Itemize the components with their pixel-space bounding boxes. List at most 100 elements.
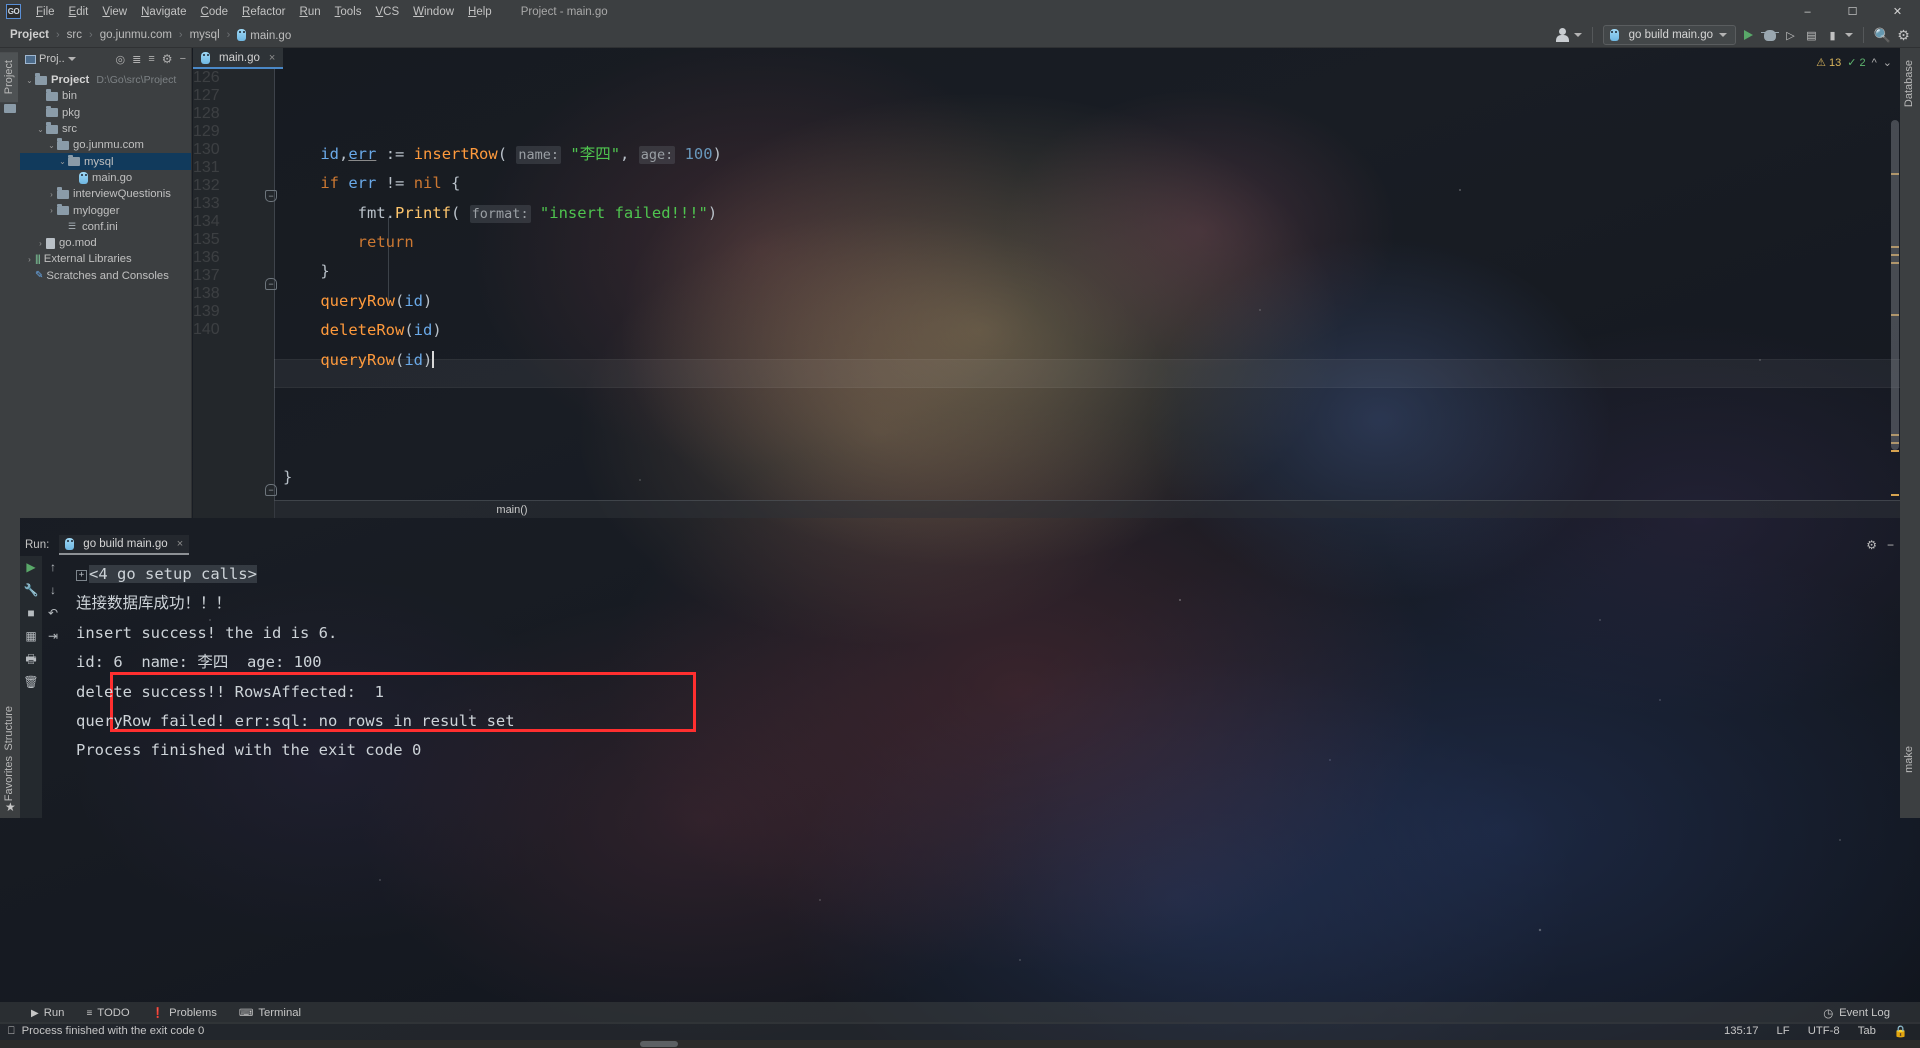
ok-count[interactable]: ✓ 2 [1847,56,1865,70]
gear-icon[interactable]: ⚙ [1895,27,1912,44]
menu-item-refactor[interactable]: Refactor [235,4,292,20]
close-icon[interactable]: × [177,538,183,550]
breadcrumb-item-go-junmu-com[interactable]: go.junmu.com [98,29,174,41]
chevron-down-icon[interactable] [1845,33,1853,37]
chevron-down-icon[interactable]: ⌄ [46,141,57,150]
bottom-tab-problems[interactable]: ❗ Problems [141,1007,228,1019]
scrollbar-thumb[interactable] [640,1041,678,1047]
previous-problem-icon[interactable]: ^ [1872,57,1877,69]
menu-item-navigate[interactable]: Navigate [134,4,193,20]
menu-item-help[interactable]: Help [461,4,499,20]
layout-icon[interactable]: ▦ [25,630,36,642]
breadcrumb-item-main-go[interactable]: main.go [235,28,293,42]
wrench-icon[interactable]: 🔧 [24,584,39,596]
chevron-right-icon[interactable]: › [35,239,46,248]
stop-icon[interactable]: ■ [27,607,34,619]
caret-position[interactable]: 135:17 [1724,1025,1759,1037]
menu-item-edit[interactable]: Edit [62,4,96,20]
code-line[interactable]: if err != nil { [283,169,460,198]
sidebar-item-project[interactable]: Project [0,52,18,103]
breadcrumb-function[interactable]: main() [496,504,527,516]
next-problem-icon[interactable]: ⌄ [1883,56,1892,69]
breadcrumb-item-mysql[interactable]: mysql [188,29,222,41]
bottom-tab-todo[interactable]: ≡ TODO [75,1007,140,1019]
search-icon[interactable]: 🔍 [1874,27,1891,44]
event-log-tab[interactable]: Event Log [1839,1007,1890,1019]
fold-marker-collapse[interactable]: − [265,278,277,290]
fold-marker-collapse[interactable]: − [265,190,277,202]
tree-node-project[interactable]: ⌄ Project D:\Go\src\Project [20,72,191,88]
scrollbar-thumb[interactable] [1891,120,1899,450]
chevron-down-icon[interactable]: ⌄ [35,125,46,134]
chevron-down-icon[interactable]: ⌄ [57,157,68,166]
code-line[interactable]: } [283,463,292,492]
expand-all-icon[interactable]: ≣ [132,53,141,66]
print-icon[interactable]: 🖶 [25,653,36,665]
bottom-tab-terminal[interactable]: ⌨ Terminal [228,1007,312,1019]
menu-item-view[interactable]: View [95,4,134,20]
menu-item-tools[interactable]: Tools [328,4,369,20]
chevron-down-icon[interactable] [1573,33,1582,37]
tree-node-scratches-and-consoles[interactable]: ✎ Scratches and Consoles [20,268,191,284]
fold-expand-icon[interactable]: + [76,570,87,581]
tab-main-go[interactable]: main.go × [193,48,284,69]
lock-icon[interactable]: 🔒 [1894,1025,1908,1038]
debug-button[interactable] [1760,27,1779,44]
tree-node-bin[interactable]: bin [20,88,191,104]
code-line[interactable]: queryRow(id) [283,346,434,375]
chevron-right-icon[interactable]: › [24,255,35,264]
sidebar-item-database[interactable]: Database [1900,52,1918,115]
menu-item-window[interactable]: Window [406,4,461,20]
code-editor[interactable]: 1261271281291301311321331341351361371381… [193,69,1900,518]
code-line[interactable]: return [283,228,414,257]
code-line[interactable]: id,err := insertRow( name: "李四", age: 10… [283,140,722,170]
code-line[interactable]: } [283,257,329,286]
gear-icon[interactable]: ⚙ [162,52,173,66]
trash-icon[interactable]: 🗑 [23,676,38,688]
tree-node-conf-ini[interactable]: ☰ conf.ini [20,219,191,235]
horizontal-scrollbar[interactable] [0,1040,1920,1048]
tree-node-mylogger[interactable]: › mylogger [20,202,191,218]
tree-node-main-go[interactable]: main.go [20,170,191,186]
sidebar-item-make[interactable]: make [1900,738,1918,781]
more-run-options-button[interactable]: ▮ [1824,27,1841,44]
editor-gutter[interactable] [193,69,274,518]
hide-icon[interactable]: − [180,53,186,65]
code-line[interactable]: queryRow(id) [283,287,432,316]
menu-item-code[interactable]: Code [194,4,236,20]
project-tree[interactable]: ⌄ Project D:\Go\src\Project bin pkg ⌄ src ⌄ go.j… [20,70,191,284]
rerun-icon[interactable]: ▶ [26,561,35,573]
line-separator[interactable]: LF [1777,1025,1790,1037]
tree-node-src[interactable]: ⌄ src [20,121,191,137]
collapse-all-icon[interactable]: ≡ [148,53,154,65]
tree-node-interviewquestionis[interactable]: › interviewQuestionis [20,186,191,202]
indent-setting[interactable]: Tab [1858,1025,1876,1037]
chevron-right-icon[interactable]: › [46,206,57,215]
menu-item-vcs[interactable]: VCS [368,4,406,20]
tree-node-go-junmu-com[interactable]: ⌄ go.junmu.com [20,137,191,153]
run-with-coverage-button[interactable]: ▷ [1782,27,1799,44]
run-button[interactable] [1740,27,1757,44]
run-console-output[interactable]: + <4 go setup calls> 连接数据库成功！！！ insert succ… [64,556,1900,818]
inspection-widget[interactable]: ⚠ 13 ✓ 2 ^ ⌄ [1816,56,1900,70]
maximize-button[interactable]: ☐ [1830,0,1875,23]
soft-wrap-icon[interactable]: ↶ [48,607,58,619]
scroll-up-icon[interactable]: ↑ [50,561,56,573]
editor-vertical-scrollbar[interactable] [1891,120,1899,480]
warning-count[interactable]: ⚠ 13 [1816,56,1841,70]
chevron-right-icon[interactable]: › [46,190,57,199]
breadcrumb-item-src[interactable]: src [65,29,84,41]
menu-item-run[interactable]: Run [293,4,328,20]
fold-marker-collapse[interactable]: − [265,484,277,496]
menu-item-file[interactable]: File [29,4,62,20]
code-line[interactable]: deleteRow(id) [283,316,441,345]
locate-icon[interactable]: ◎ [116,53,126,66]
gear-icon[interactable]: ⚙ [1866,538,1877,552]
hide-icon[interactable]: − [1887,538,1894,552]
bottom-tab-run[interactable]: ▶ Run [20,1007,75,1019]
tree-node-pkg[interactable]: pkg [20,105,191,121]
tree-node-go-mod[interactable]: › go.mod [20,235,191,251]
tree-node-mysql[interactable]: ⌄ mysql [20,153,191,170]
project-view-selector[interactable]: Proj.. [25,53,76,65]
tree-node-external-libraries[interactable]: › ||| External Libraries [20,251,191,267]
